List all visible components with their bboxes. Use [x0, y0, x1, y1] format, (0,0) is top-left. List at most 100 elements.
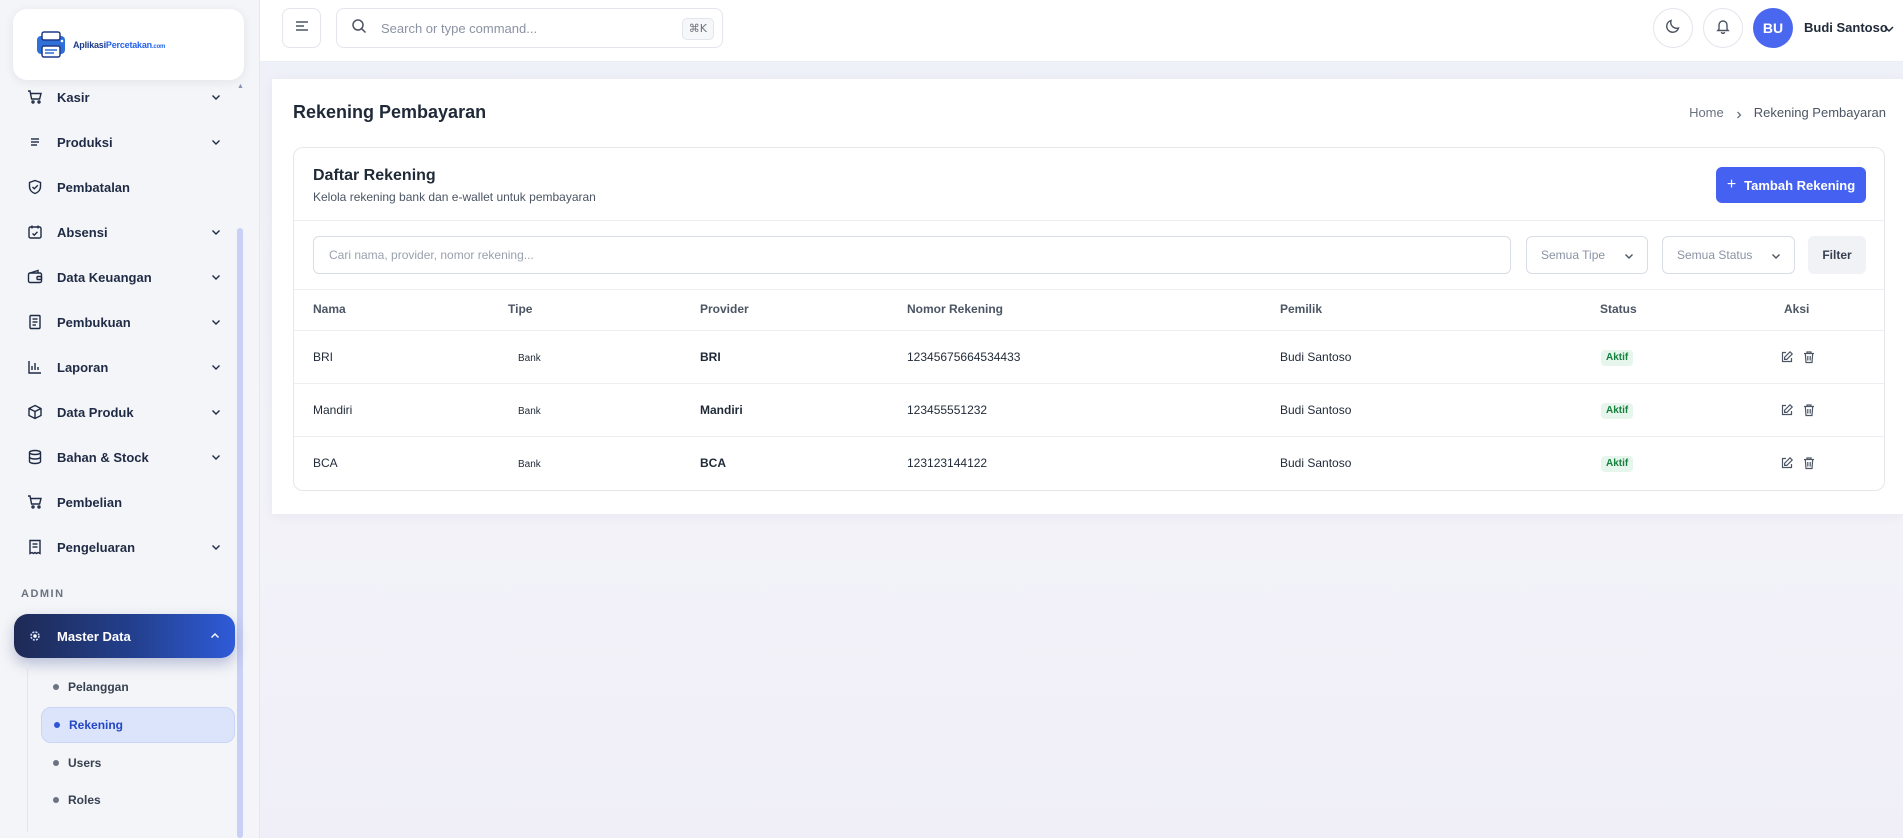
sidebar-item-laporan[interactable]: Laporan [14, 349, 236, 385]
sidebar-item-label: Pengeluaran [57, 539, 136, 555]
table-row[interactable]: BCA Bank BCA 123123144122 Budi Santoso A… [294, 436, 1884, 489]
table-row[interactable]: Mandiri Bank Mandiri 123455551232 Budi S… [294, 383, 1884, 436]
page-title: Rekening Pembayaran [293, 102, 487, 122]
chevron-down-icon [210, 316, 222, 328]
sidebar-item-label: Produksi [57, 134, 113, 150]
cell-pemilik: Budi Santoso [1280, 403, 1352, 417]
command-search[interactable]: ⌘K [336, 8, 723, 48]
breadcrumb-home-link[interactable]: Home [1689, 105, 1724, 120]
column-header-tipe[interactable]: Tipe [508, 302, 532, 316]
sidebar-subitem-label: Users [68, 756, 102, 770]
filter-button[interactable]: Filter [1808, 236, 1866, 274]
sidebar-subitem-users[interactable]: Users [41, 745, 235, 781]
sidebar-scrollbar[interactable] [237, 228, 243, 838]
sidebar-item-label: Pembukuan [57, 314, 131, 330]
gear-icon [28, 629, 42, 643]
topbar: ⌘K BU Budi Santoso [260, 0, 1903, 62]
table-row[interactable]: BRI Bank BRI 12345675664534433 Budi Sant… [294, 330, 1884, 383]
sidebar-subitem-pelanggan[interactable]: Pelanggan [41, 669, 235, 705]
sidebar-subitem-rekening[interactable]: Rekening [41, 707, 235, 743]
add-account-button[interactable]: + Tambah Rekening [1716, 167, 1866, 203]
cell-nama: BCA [313, 456, 338, 470]
command-search-input[interactable] [381, 20, 671, 36]
column-header-nama[interactable]: Nama [313, 302, 346, 316]
sidebar-item-label: Kasir [57, 89, 90, 105]
status-badge: Aktif [1601, 403, 1634, 419]
edit-icon[interactable] [1780, 403, 1794, 417]
account-search[interactable] [313, 236, 1511, 274]
sidebar-item-label: Laporan [57, 359, 109, 375]
moon-icon [1665, 18, 1681, 39]
bar-chart-icon [27, 359, 43, 375]
sidebar-item-data-produk[interactable]: Data Produk [14, 394, 236, 430]
divider [294, 220, 1884, 221]
column-header-aksi: Aksi [1784, 302, 1810, 316]
chevron-down-icon [210, 361, 222, 373]
sidebar-item-pembelian[interactable]: Pembelian [14, 484, 236, 520]
column-header-provider[interactable]: Provider [700, 302, 749, 316]
cell-tipe: Bank [518, 459, 541, 470]
type-filter-value: Semua Tipe [1541, 248, 1606, 262]
status-filter-value: Semua Status [1677, 248, 1753, 262]
chevron-down-icon[interactable] [1882, 22, 1896, 36]
sidebar-item-pengeluaran[interactable]: Pengeluaran [14, 529, 236, 565]
search-icon [351, 18, 367, 39]
chevron-down-icon [210, 136, 222, 148]
sidebar-item-kasir[interactable]: Kasir [14, 79, 236, 115]
breadcrumb-current: Rekening Pembayaran [1753, 105, 1886, 120]
wallet-icon [27, 269, 43, 285]
sidebar-subitem-label: Roles [68, 793, 101, 807]
sidebar-item-label: Pembatalan [57, 179, 130, 195]
sidebar-item-master-data[interactable]: Master Data [14, 614, 235, 658]
menu-toggle-button[interactable] [282, 8, 321, 48]
user-name[interactable]: Budi Santoso [1804, 20, 1888, 35]
column-header-pemilik[interactable]: Pemilik [1280, 302, 1322, 316]
theme-toggle-button[interactable] [1653, 8, 1693, 48]
chevron-down-icon [210, 541, 222, 553]
shortcut-badge: ⌘K [681, 18, 714, 40]
chevron-down-icon [1623, 250, 1635, 262]
cell-provider: Mandiri [700, 403, 743, 417]
scroll-up-arrow-icon[interactable]: ▲ [237, 83, 244, 90]
chevron-down-icon [1770, 250, 1782, 262]
sidebar-item-label: Absensi [57, 224, 108, 240]
logo[interactable]: AplikasiPercetakan.com [13, 9, 244, 80]
submenu-guide-line [27, 662, 28, 832]
database-icon [27, 449, 43, 465]
cell-tipe: Bank [518, 406, 541, 417]
sidebar-item-pembukuan[interactable]: Pembukuan [14, 304, 236, 340]
menu-lines-icon [294, 19, 310, 38]
type-filter-select[interactable]: Semua Tipe [1526, 236, 1648, 274]
account-search-input[interactable] [314, 237, 1474, 273]
avatar[interactable]: BU [1753, 8, 1793, 48]
sidebar-item-bahan-stock[interactable]: Bahan & Stock [14, 439, 236, 475]
sidebar-item-pembatalan[interactable]: Pembatalan [14, 169, 236, 205]
sidebar: AplikasiPercetakan.com ▲ Kasir Produksi … [0, 0, 260, 838]
bullet-dot-icon [53, 760, 59, 766]
edit-icon[interactable] [1780, 350, 1794, 364]
cell-nama: BRI [313, 350, 334, 364]
plus-icon: + [1726, 176, 1737, 193]
printer-logo-icon [35, 30, 71, 60]
sidebar-item-label: Master Data [57, 628, 131, 644]
notification-button[interactable] [1703, 8, 1743, 48]
cell-provider: BRI [700, 350, 721, 364]
sidebar-item-produksi[interactable]: Produksi [14, 124, 236, 160]
column-header-nomor-rekening[interactable]: Nomor Rekening [907, 302, 1003, 316]
trash-icon[interactable] [1802, 456, 1816, 470]
sidebar-item-absensi[interactable]: Absensi [14, 214, 236, 250]
chevron-right-icon [1734, 108, 1744, 118]
status-filter-select[interactable]: Semua Status [1662, 236, 1795, 274]
trash-icon[interactable] [1802, 350, 1816, 364]
card-title: Daftar Rekening [313, 167, 436, 184]
sidebar-subitem-roles[interactable]: Roles [41, 782, 235, 818]
sidebar-item-label: Data Produk [57, 404, 134, 420]
sidebar-item-data-keuangan[interactable]: Data Keuangan [14, 259, 236, 295]
table-top-border [294, 289, 1884, 290]
cell-pemilik: Budi Santoso [1280, 350, 1352, 364]
column-header-status[interactable]: Status [1600, 302, 1637, 316]
edit-icon[interactable] [1780, 456, 1794, 470]
trash-icon[interactable] [1802, 403, 1816, 417]
cell-nomor-rekening: 123123144122 [907, 456, 988, 470]
box-icon [27, 404, 43, 420]
